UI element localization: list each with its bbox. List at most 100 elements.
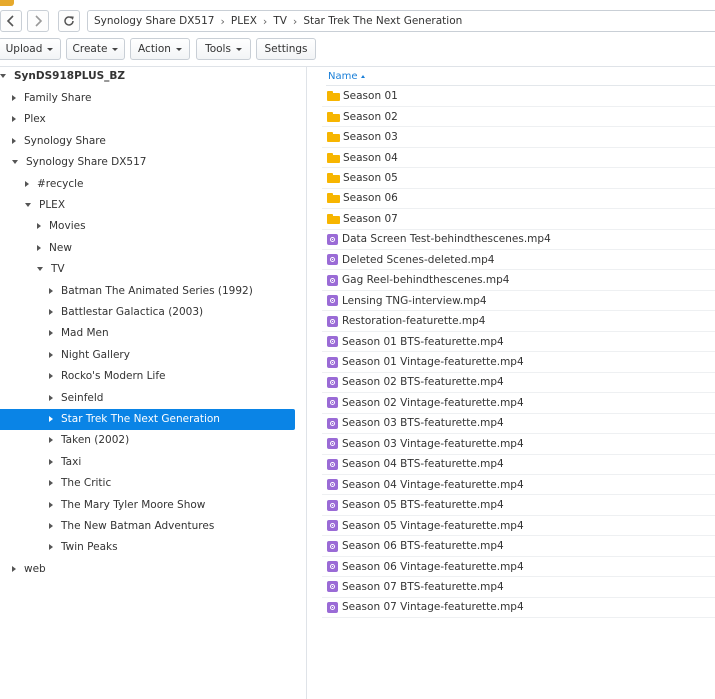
collapse-arrow-icon[interactable] [37,244,41,251]
forward-button[interactable] [27,10,49,32]
breadcrumb-item[interactable]: TV [273,15,287,27]
file-name: Season 03 [343,131,398,144]
folder-row[interactable]: Season 01 [322,87,715,107]
file-row[interactable]: Season 06 Vintage-featurette.mp4 [322,557,715,578]
file-list[interactable]: Name Season 01 Season 02 Season 03 Season 0… [308,67,715,699]
collapse-arrow-icon[interactable] [12,116,16,123]
tree-item-taken[interactable]: Taken (2002) [0,430,295,451]
file-name: Deleted Scenes-deleted.mp4 [342,253,495,266]
folder-tree[interactable]: SynDS918PLUS_BZ Family Share Plex Synolo… [0,67,307,699]
tree-item-tv[interactable]: TV [0,259,295,280]
collapse-arrow-icon[interactable] [49,330,53,337]
tree-item-night-gallery[interactable]: Night Gallery [0,344,295,365]
collapse-arrow-icon[interactable] [37,223,41,230]
breadcrumb-item[interactable]: Synology Share DX517 [94,15,214,27]
tree-item-plex[interactable]: Plex [0,109,295,130]
file-row[interactable]: Season 02 BTS-featurette.mp4 [322,373,715,394]
file-row[interactable]: Season 03 Vintage-featurette.mp4 [322,434,715,455]
back-button[interactable] [0,10,22,32]
expand-arrow-icon[interactable] [37,267,43,272]
breadcrumb-item[interactable]: PLEX [231,15,257,27]
tree-item-movies[interactable]: Movies [0,216,295,237]
file-row[interactable]: Gag Reel-behindthescenes.mp4 [322,271,715,291]
file-row[interactable]: Season 04 Vintage-featurette.mp4 [322,475,715,496]
upload-button[interactable]: Upload [0,38,61,60]
refresh-button[interactable] [58,10,80,32]
settings-button[interactable]: Settings [256,38,316,60]
video-file-icon [327,356,338,368]
tree-item-mary-tyler-moore[interactable]: The Mary Tyler Moore Show [0,494,295,515]
tree-root[interactable]: SynDS918PLUS_BZ [0,65,295,86]
file-row[interactable]: Deleted Scenes-deleted.mp4 [322,250,715,271]
collapse-arrow-icon[interactable] [49,480,53,487]
tree-item-new-batman-adventures[interactable]: The New Batman Adventures [0,516,295,537]
file-row[interactable]: Season 02 Vintage-featurette.mp4 [322,393,715,414]
file-row[interactable]: Data Screen Test-behindthescenes.mp4 [322,230,715,251]
breadcrumb[interactable]: Synology Share DX517 › PLEX › TV › Star … [87,10,715,32]
video-file-icon [327,499,338,511]
tree-item-taxi[interactable]: Taxi [0,451,295,472]
file-row[interactable]: Season 03 BTS-featurette.mp4 [322,414,715,435]
file-row[interactable]: Restoration-featurette.mp4 [322,311,715,332]
tools-button[interactable]: Tools [196,38,251,60]
collapse-arrow-icon[interactable] [12,137,16,144]
collapse-arrow-icon[interactable] [25,180,29,187]
tree-item-twin-peaks[interactable]: Twin Peaks [0,537,295,558]
collapse-arrow-icon[interactable] [49,309,53,315]
file-row[interactable]: Season 01 Vintage-featurette.mp4 [322,352,715,373]
create-button[interactable]: Create [66,38,125,60]
folder-row[interactable]: Season 05 [322,168,715,189]
tree-item-label: The Critic [61,477,112,490]
column-header-name[interactable]: Name [328,71,358,82]
collapse-arrow-icon[interactable] [49,501,53,508]
collapse-arrow-icon[interactable] [49,394,53,401]
file-row[interactable]: Season 01 BTS-featurette.mp4 [322,332,715,353]
collapse-arrow-icon[interactable] [49,458,53,465]
tree-item-plex-folder[interactable]: PLEX [0,195,295,216]
folder-row[interactable]: Season 07 [322,209,715,230]
collapse-arrow-icon[interactable] [49,437,53,444]
collapse-arrow-icon[interactable] [12,565,16,572]
folder-row[interactable]: Season 04 [322,148,715,169]
file-row[interactable]: Season 07 BTS-featurette.mp4 [322,577,715,598]
file-name: Season 01 [343,90,398,103]
action-button[interactable]: Action [130,38,190,60]
folder-row[interactable]: Season 03 [322,127,715,148]
folder-row[interactable]: Season 06 [322,189,715,210]
tree-item-new[interactable]: New [0,237,295,258]
collapse-arrow-icon[interactable] [49,373,53,380]
file-row[interactable]: Season 07 Vintage-featurette.mp4 [322,598,715,619]
file-row[interactable]: Season 05 BTS-featurette.mp4 [322,496,715,516]
tree-item-star-trek-tng[interactable]: Star Trek The Next Generation [0,408,295,430]
tree-item-batman-animated[interactable]: Batman The Animated Series (1992) [0,280,295,301]
tree-item-seinfeld[interactable]: Seinfeld [0,387,295,408]
tree-item-mad-men[interactable]: Mad Men [0,323,295,344]
collapse-arrow-icon[interactable] [49,523,53,529]
tree-item-the-critic[interactable]: The Critic [0,473,295,494]
tree-item-synology-share[interactable]: Synology Share [0,130,295,151]
settings-label: Settings [264,43,308,55]
tree-item-synology-share-dx517[interactable]: Synology Share DX517 [0,152,295,173]
collapse-arrow-icon[interactable] [49,416,53,422]
collapse-arrow-icon[interactable] [49,351,53,358]
video-file-icon [327,254,338,266]
tree-item-rockos-modern-life[interactable]: Rocko's Modern Life [0,366,295,387]
expand-arrow-icon[interactable] [0,73,6,78]
expand-arrow-icon[interactable] [12,160,18,165]
collapse-arrow-icon[interactable] [12,95,16,101]
expand-arrow-icon[interactable] [25,203,31,207]
folder-icon [327,132,340,143]
tree-item-family-share[interactable]: Family Share [0,88,295,109]
collapse-arrow-icon[interactable] [49,544,53,551]
file-row[interactable]: Season 04 BTS-featurette.mp4 [322,455,715,475]
tree-item-web[interactable]: web [0,558,295,579]
collapse-arrow-icon[interactable] [49,287,53,294]
file-row[interactable]: Season 06 BTS-featurette.mp4 [322,536,715,557]
tree-item-battlestar-galactica[interactable]: Battlestar Galactica (2003) [0,302,295,323]
video-file-icon [327,397,338,409]
tree-item-recycle[interactable]: #recycle [0,173,295,194]
file-row[interactable]: Lensing TNG-interview.mp4 [322,291,715,312]
file-row[interactable]: Season 05 Vintage-featurette.mp4 [322,516,715,537]
folder-row[interactable]: Season 02 [322,107,715,128]
breadcrumb-item[interactable]: Star Trek The Next Generation [303,15,462,27]
